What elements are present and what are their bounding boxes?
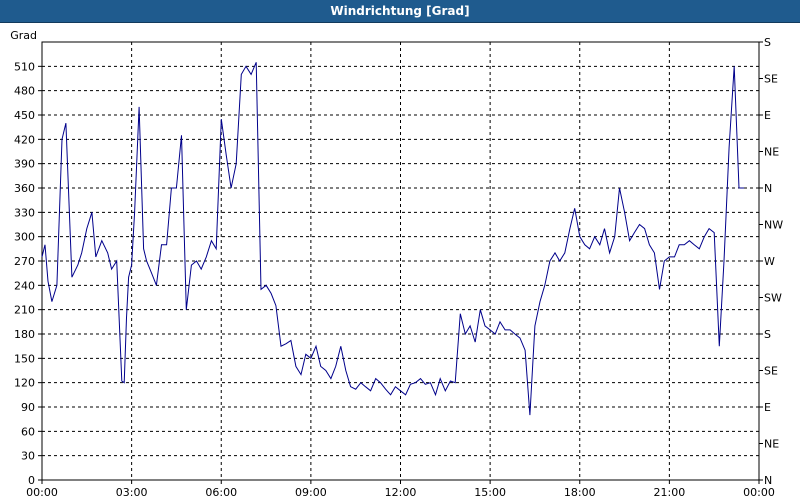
y-tick-label: 90 [21, 401, 35, 414]
right-axis-label: E [764, 109, 771, 122]
y-axis-label: Grad [10, 29, 37, 42]
right-axis-label: NW [764, 219, 783, 232]
x-tick-time-label: 00:00 [743, 486, 775, 499]
y-tick-label: 360 [14, 182, 35, 195]
y-tick-label: 240 [14, 279, 35, 292]
y-tick-label: 420 [14, 133, 35, 146]
y-tick-label: 120 [14, 377, 35, 390]
y-tick-label: 30 [21, 450, 35, 463]
chart-title-bar: Windrichtung [Grad] [0, 0, 800, 23]
wind-direction-chart: 0306090120150180210240270300330360390420… [10, 29, 783, 499]
y-tick-label: 270 [14, 255, 35, 268]
right-axis-label: E [764, 401, 771, 414]
x-tick-time-label: 12:00 [385, 486, 417, 499]
y-tick-label: 210 [14, 304, 35, 317]
y-tick-label: 150 [14, 352, 35, 365]
right-axis-label: NE [764, 146, 779, 159]
x-tick-time-label: 06:00 [205, 486, 237, 499]
y-tick-label: 180 [14, 328, 35, 341]
x-tick-time-label: 00:00 [26, 486, 58, 499]
chart-title: Windrichtung [Grad] [330, 4, 470, 18]
y-tick-label: 480 [14, 85, 35, 98]
x-tick-time-label: 15:00 [474, 486, 506, 499]
right-axis-label: SW [764, 292, 782, 305]
right-axis-label: NE [764, 438, 779, 451]
right-axis-label: S [764, 328, 771, 341]
right-axis-label: W [764, 255, 775, 268]
y-tick-label: 60 [21, 425, 35, 438]
right-axis-label: SE [764, 365, 778, 378]
y-tick-label: 510 [14, 60, 35, 73]
right-axis-label: N [764, 182, 772, 195]
right-axis-label: S [764, 36, 771, 49]
x-tick-time-label: 03:00 [116, 486, 148, 499]
x-tick-time-label: 21:00 [654, 486, 686, 499]
y-tick-label: 450 [14, 109, 35, 122]
x-tick-time-label: 09:00 [295, 486, 327, 499]
y-tick-label: 390 [14, 158, 35, 171]
x-tick-time-label: 18:00 [564, 486, 596, 499]
y-tick-label: 300 [14, 231, 35, 244]
right-axis-label: SE [764, 73, 778, 86]
y-tick-label: 330 [14, 206, 35, 219]
